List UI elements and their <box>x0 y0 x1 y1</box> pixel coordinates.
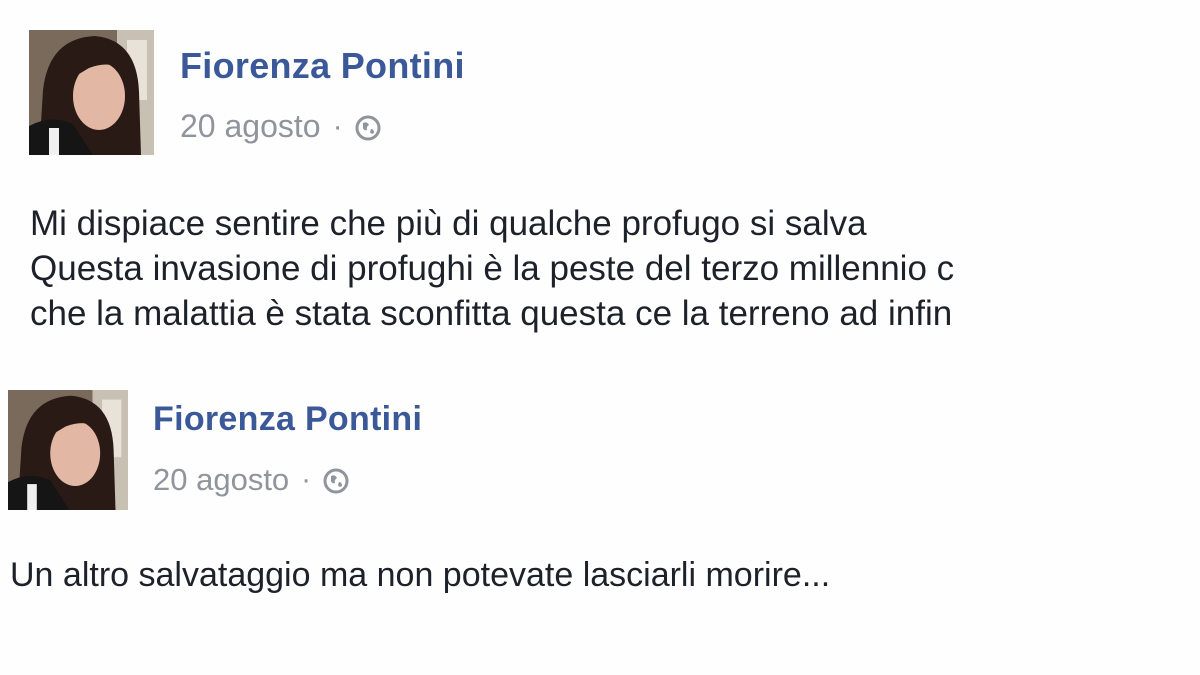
post-date[interactable]: 20 agosto <box>153 462 289 498</box>
post-text-line: Un altro salvataggio ma non potevate las… <box>10 556 831 594</box>
avatar[interactable] <box>8 390 128 510</box>
meta-separator: · <box>301 463 312 496</box>
post-text: Un altro salvataggio ma non potevate las… <box>10 553 830 598</box>
post-2: Fiorenza Pontini 20 agosto · Un altro sa… <box>0 0 1200 675</box>
author-name[interactable]: Fiorenza Pontini <box>153 400 422 439</box>
post-meta: 20 agosto · <box>153 462 349 498</box>
globe-icon[interactable] <box>323 468 349 494</box>
